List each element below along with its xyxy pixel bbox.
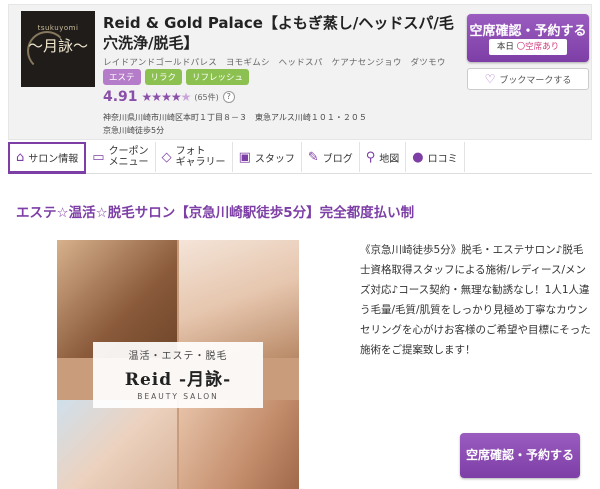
tab-label: ロコミ [427, 153, 458, 165]
photo-overlay: 温活・エステ・脱毛 Reid -月詠- BEAUTY SALON [57, 340, 299, 410]
tag-rilak: リラク [144, 69, 183, 85]
reserve-button-top[interactable]: 空席確認・予約する 本日 〇空席あり [467, 14, 589, 62]
tab-label: クーポン メニュー [108, 146, 149, 168]
tab-label: フォト ギャラリー [175, 146, 226, 168]
tab-photo-gallery[interactable]: ◇ フォト ギャラリー [156, 142, 233, 172]
house-icon: ⌂ [16, 150, 25, 165]
tab-salon-info[interactable]: ⌂ サロン情報 [8, 142, 87, 174]
review-count[interactable]: (65件) [194, 92, 218, 103]
salon-name: Reid & Gold Palace【よもぎ蒸し/ヘッドスパ/毛穴洗浄/脱毛】 [103, 14, 454, 52]
today-label: 本日 [496, 42, 514, 52]
salon-kana: レイドアンドゴールドパレス ヨモギムシ ヘッドスパ ケアナセンジョウ ダツモウ [103, 58, 446, 68]
tab-label: ブログ [322, 153, 353, 165]
tab-label: 地図 [379, 153, 400, 165]
tab-label: スタッフ [254, 153, 295, 165]
access-line: 京急川崎徒歩5分 [103, 126, 165, 135]
staff-icon: ▣ [238, 149, 251, 165]
tag-refresh: リフレッシュ [186, 69, 250, 85]
tab-staff[interactable]: ▣ スタッフ [233, 142, 302, 172]
photo-title-card: 温活・エステ・脱毛 Reid -月詠- BEAUTY SALON [93, 342, 263, 408]
photo-panel [179, 400, 299, 489]
photo-line1: 温活・エステ・脱毛 [128, 351, 228, 362]
bookmark-button[interactable]: ♡ ブックマークする [467, 68, 589, 90]
rating-score: 4.91 [103, 89, 138, 105]
genre-tags: エステ リラク リフレッシュ [103, 69, 250, 85]
address: 神奈川県川崎市川崎区本町１丁目８－３ 東急アルス川崎１０１・２０５ 京急川崎徒歩… [103, 111, 367, 137]
star-rating-icon: ★★★★★ [141, 90, 192, 104]
moon-icon [27, 31, 67, 71]
salon-description: 《京急川崎徒歩5分》脱毛・エステサロン♪脱毛士資格取得スタッフによる施術/レディ… [360, 244, 591, 356]
help-icon[interactable]: ? [222, 91, 235, 103]
tab-map[interactable]: ⚲ 地図 [360, 142, 407, 172]
photo-line3: BEAUTY SALON [137, 392, 219, 401]
tab-label: サロン情報 [28, 154, 79, 165]
rating: 4.91 ★★★★★ (65件) ? [103, 89, 235, 105]
availability-badge: 本日 〇空席あり [489, 39, 567, 55]
bookmark-label: ブックマークする [499, 76, 572, 86]
tag-esthe: エステ [103, 69, 141, 85]
salon-header: tsukuyomi ～月詠～ Reid & Gold Palace【よもぎ蒸し/… [8, 4, 592, 140]
reserve-button-bottom[interactable]: 空席確認・予約する [460, 433, 580, 478]
catch-copy: エステ☆温活☆脱毛サロン【京急川崎駅徒歩5分】完全都度払い制 [16, 205, 415, 221]
availability-label: 〇空席あり [516, 42, 560, 52]
address-line: 神奈川県川崎市川崎区本町１丁目８－３ 東急アルス川崎１０１・２０５ [103, 113, 367, 122]
logo-sub: tsukuyomi [37, 24, 79, 32]
star-half: ★ [180, 90, 192, 104]
photo-line2: Reid -月詠- [124, 370, 232, 390]
tab-reviews[interactable]: ● ロコミ [406, 142, 465, 172]
map-pin-icon: ⚲ [365, 149, 376, 165]
reserve-label: 空席確認・予約する [469, 24, 587, 39]
heart-icon: ♡ [484, 72, 496, 86]
stars-full: ★★★★ [141, 90, 182, 104]
chat-icon: ● [412, 149, 424, 165]
pen-icon: ✎ [307, 149, 319, 165]
tab-blog[interactable]: ✎ ブログ [302, 142, 360, 172]
tab-coupon-menu[interactable]: ▭ クーポン メニュー [86, 142, 156, 172]
coupon-icon: ▭ [92, 149, 105, 165]
salon-tabs: ⌂ サロン情報 ▭ クーポン メニュー ◇ フォト ギャラリー ▣ スタッフ ✎ ブ… [8, 142, 592, 174]
photo-icon: ◇ [161, 149, 172, 165]
salon-main-photo[interactable]: 温活・エステ・脱毛 Reid -月詠- BEAUTY SALON [57, 240, 299, 489]
photo-panel [57, 400, 177, 489]
salon-logo[interactable]: tsukuyomi ～月詠～ [21, 11, 95, 87]
